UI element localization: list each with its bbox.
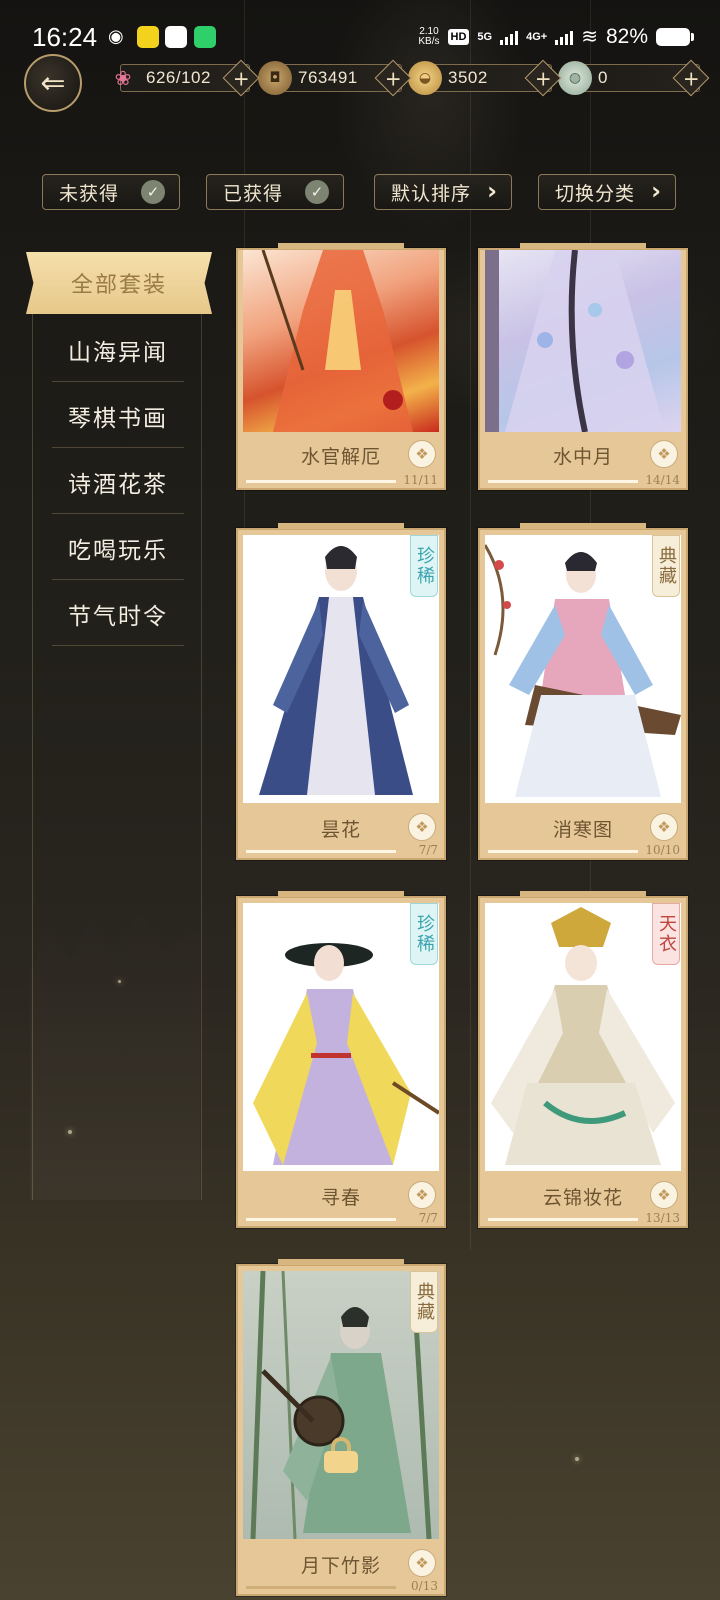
- outfit-name: 水官解厄: [300, 445, 381, 468]
- resource-value: 3502: [448, 68, 488, 87]
- sidebar-item-shanhai[interactable]: 山海异闻: [52, 318, 184, 382]
- rarity-badge-classic: 典藏: [652, 535, 680, 597]
- outfit-count: 10/10: [645, 843, 680, 857]
- plus-icon: +: [384, 65, 402, 90]
- outfit-name: 消寒图: [552, 818, 613, 841]
- gift-icon[interactable]: ❖: [650, 813, 678, 841]
- outfit-card[interactable]: 珍稀 昙花 ❖ 7/7: [236, 523, 446, 860]
- plus-icon: +: [682, 65, 700, 90]
- progress-bar: [246, 1218, 396, 1221]
- signal-5g: 5G: [477, 30, 493, 43]
- jade-icon: ◍: [558, 61, 592, 95]
- rarity-badge-rare: 珍稀: [410, 535, 438, 597]
- gift-icon[interactable]: ❖: [408, 1549, 436, 1577]
- outfit-count: 0/13: [411, 1579, 438, 1593]
- resource-copper: ◘ 763491 +: [258, 59, 412, 97]
- switch-category-button[interactable]: 切换分类 ›: [538, 174, 676, 210]
- progress-bar: [488, 480, 638, 483]
- gift-icon[interactable]: ❖: [408, 440, 436, 468]
- outfit-count: 7/7: [418, 843, 438, 857]
- resource-value: 763491: [298, 68, 358, 87]
- hd-icon: HD: [447, 28, 470, 45]
- outfit-name: 寻春: [320, 1186, 361, 1209]
- sidebar-item-all-suits[interactable]: 全部套装: [26, 252, 212, 314]
- gift-icon[interactable]: ❖: [650, 1181, 678, 1209]
- lotus-icon: ❀: [114, 66, 132, 90]
- chevron-right-icon: ›: [651, 177, 661, 205]
- sidebar-item-qinqi[interactable]: 琴棋书画: [52, 384, 184, 448]
- lock-icon: [324, 1437, 358, 1473]
- outfit-card[interactable]: 珍稀 寻春 ❖ 7/7: [236, 891, 446, 1228]
- gift-icon[interactable]: ❖: [650, 440, 678, 468]
- outfit-card[interactable]: 典藏 消寒图 ❖ 10/10: [478, 523, 688, 860]
- status-bar: 16:24 ◉ 2.10 KB/s HD 5G 4G+ ≋ 82%: [0, 0, 720, 72]
- gold-ingot-icon: ◒: [408, 61, 442, 95]
- sort-button[interactable]: 默认排序 ›: [374, 174, 512, 210]
- outfit-name: 昙花: [320, 818, 361, 841]
- resource-value: 0: [598, 68, 608, 87]
- gift-icon[interactable]: ❖: [408, 813, 436, 841]
- plus-icon: +: [534, 65, 552, 90]
- resource-gold: ◒ 3502 +: [408, 59, 562, 97]
- resource-lotus: ❀ 626/102 +: [106, 59, 260, 97]
- outfit-name: 水中月: [552, 445, 613, 468]
- app-icon-yellow: [137, 26, 159, 48]
- resource-value: 626/102: [146, 68, 211, 87]
- signal-bars-icon: [500, 29, 519, 45]
- outfit-card[interactable]: 天衣 云锦妆花 ❖ 13/13: [478, 891, 688, 1228]
- iqiyi-icon: [194, 26, 216, 48]
- plus-icon: +: [232, 65, 250, 90]
- outfit-count: 11/11: [403, 473, 438, 487]
- progress-bar: [246, 850, 396, 853]
- sidebar-item-shijiu[interactable]: 诗酒花茶: [52, 450, 184, 514]
- sparkle: [575, 1457, 579, 1461]
- wifi-icon: ≋: [581, 26, 598, 48]
- net-speed: 2.10 KB/s: [418, 25, 440, 47]
- outfit-image: [485, 250, 681, 432]
- progress-bar: [246, 480, 396, 483]
- filter-not-obtained-button[interactable]: 未获得 ✓: [42, 174, 180, 210]
- sidebar-item-jieqi[interactable]: 节气时令: [52, 582, 184, 646]
- gift-icon[interactable]: ❖: [408, 1181, 436, 1209]
- chevron-right-icon: ›: [487, 177, 497, 205]
- filter-obtained-button[interactable]: 已获得 ✓: [206, 174, 344, 210]
- outfit-card[interactable]: 水官解厄 ❖ 11/11: [236, 243, 446, 490]
- back-button[interactable]: ⇐: [24, 54, 82, 112]
- outfit-card-locked[interactable]: 典藏 月下竹影 ❖ 0/13: [236, 1259, 446, 1596]
- outfit-image: [243, 250, 439, 432]
- wechat-icon: ◉: [108, 26, 124, 47]
- resource-jade: ◍ 0 +: [558, 59, 710, 97]
- check-icon: ✓: [305, 180, 329, 204]
- outfit-card[interactable]: 水中月 ❖ 14/14: [478, 243, 688, 490]
- outfit-count: 7/7: [418, 1211, 438, 1225]
- rarity-badge-classic: 典藏: [410, 1271, 438, 1333]
- signal-bars-icon: [555, 29, 574, 45]
- check-icon: ✓: [141, 180, 165, 204]
- signal-4g: 4G+: [526, 30, 548, 43]
- progress-bar: [246, 1586, 396, 1589]
- progress-bar: [488, 850, 638, 853]
- battery-percent: 82%: [605, 24, 648, 48]
- outfit-count: 13/13: [645, 1211, 680, 1225]
- copper-coin-icon: ◘: [258, 61, 292, 95]
- outfit-name: 云锦妆花: [542, 1186, 623, 1209]
- back-arrow-icon: ⇐: [40, 65, 66, 101]
- outfit-name: 月下竹影: [300, 1554, 381, 1577]
- outfit-count: 14/14: [645, 473, 680, 487]
- sidebar-item-chihe[interactable]: 吃喝玩乐: [52, 516, 184, 580]
- battery-icon: [656, 27, 694, 46]
- rarity-badge-rare: 珍稀: [410, 903, 438, 965]
- progress-bar: [488, 1218, 638, 1221]
- status-time: 16:24: [32, 22, 98, 52]
- rarity-badge-heaven: 天衣: [652, 903, 680, 965]
- app-icon-white: [165, 26, 187, 48]
